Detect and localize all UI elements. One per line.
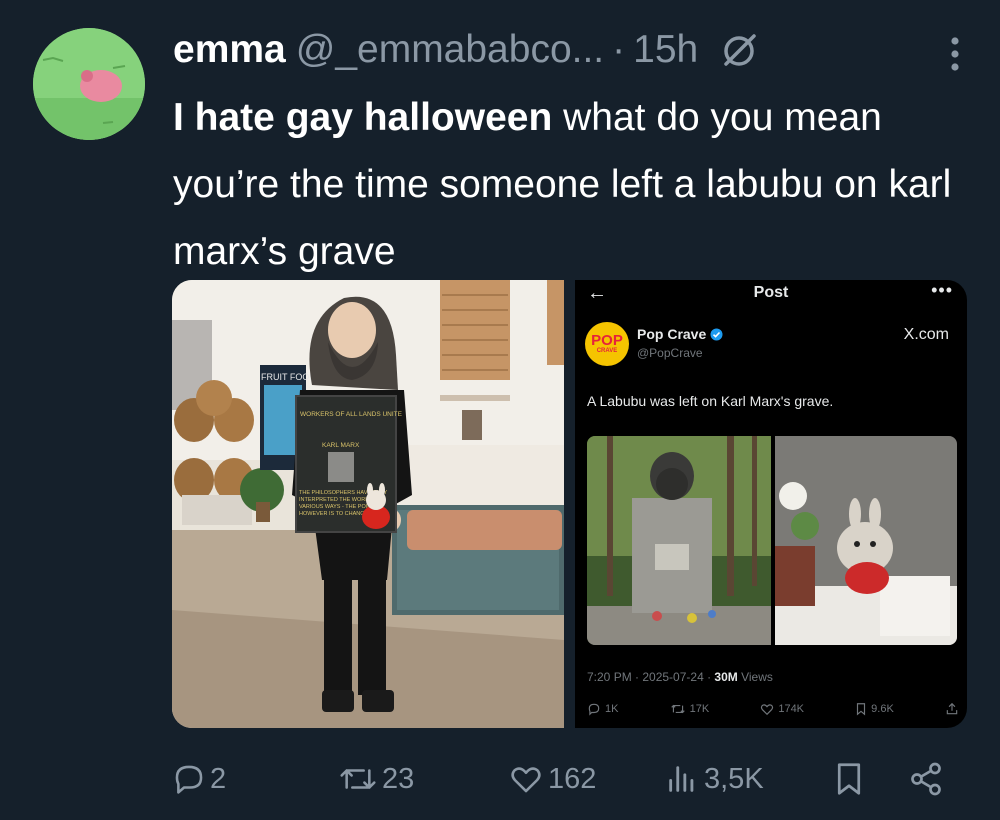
reply-icon <box>175 765 203 794</box>
more-options-icon[interactable] <box>936 36 974 72</box>
reply-button[interactable]: 2 <box>172 756 226 802</box>
bookmark-icon <box>837 763 861 795</box>
photo-person-with-sign[interactable]: FRUIT FOOD WORKERS OF ALL LANDS UNITE KA… <box>172 280 564 728</box>
embedded-like-count: 174K <box>778 703 805 715</box>
analytics-icon <box>669 766 694 792</box>
reply-icon <box>588 703 600 716</box>
repost-icon <box>670 704 685 714</box>
popcrave-handle: @PopCrave <box>637 346 703 360</box>
heart-icon <box>761 704 774 716</box>
embedded-reply: 1K <box>587 702 618 716</box>
embedded-topbar: ← Post ••• <box>575 280 967 308</box>
repost-count: 23 <box>382 762 415 795</box>
embedded-share <box>945 702 959 716</box>
tweet-text: I hate gay halloween what do you mean yo… <box>173 84 973 285</box>
author-name[interactable]: emma <box>173 28 286 72</box>
views-button[interactable]: 3,5K <box>664 756 764 802</box>
tweet-timestamp[interactable]: 15h <box>633 28 698 72</box>
tweet-text-bold: I hate gay halloween <box>173 96 553 139</box>
share-icon <box>911 762 941 796</box>
popcrave-name: Pop Crave <box>637 326 707 342</box>
embedded-photo-marx-grave <box>587 436 771 645</box>
share-icon <box>946 702 958 715</box>
embedded-post-text: A Labubu was left on Karl Marx's grave. <box>587 393 834 409</box>
embedded-post-datetime: 7:20 PM · 2025-07-24 · <box>587 670 715 684</box>
repost-button[interactable]: 23 <box>338 756 414 802</box>
photo-embedded-post[interactable]: ← Post ••• POP CRAVE Pop Crave @PopCrave… <box>575 280 967 728</box>
embedded-like: 174K <box>760 702 804 716</box>
verified-icon <box>710 328 723 340</box>
avatar[interactable] <box>33 28 145 140</box>
embedded-post-views-count: 30M <box>714 670 738 684</box>
like-count: 162 <box>548 762 597 795</box>
repost-icon <box>340 769 376 789</box>
popcrave-avatar-top: POP <box>591 331 623 349</box>
heart-icon <box>511 767 541 793</box>
header-separator: · <box>612 28 626 71</box>
embedded-reply-count: 1K <box>605 703 619 715</box>
embedded-repost-count: 17K <box>689 703 710 715</box>
author-handle[interactable]: @_emmababco... <box>296 28 604 72</box>
bookmark-icon <box>857 703 866 716</box>
bookmark-button[interactable] <box>832 756 866 802</box>
grok-icon[interactable] <box>718 28 762 72</box>
tweet-media: FRUIT FOOD WORKERS OF ALL LANDS UNITE KA… <box>172 280 967 728</box>
embedded-post-meta: 7:20 PM · 2025-07-24 · 30M Views <box>587 670 773 684</box>
embedded-more-icon: ••• <box>931 280 953 300</box>
embedded-post-actions: 1K 17K 174K 9.6K <box>587 702 959 716</box>
tweet-actions: 2 23 162 3,5K <box>172 756 952 802</box>
embedded-bookmark: 9.6K <box>855 702 894 716</box>
embedded-repost: 17K <box>670 702 710 716</box>
avatar-pig-icon <box>33 28 145 140</box>
tweet-header: emma @_emmababco... · 15h <box>173 22 973 78</box>
popcrave-avatar-bottom: CRAVE <box>596 347 618 354</box>
store-sign-text: FRUIT FOOD <box>261 372 316 382</box>
embedded-photo-labubu <box>775 436 957 645</box>
share-button[interactable] <box>906 756 946 802</box>
sign-name-text: KARL MARX <box>322 442 360 449</box>
reply-count: 2 <box>210 762 227 795</box>
like-button[interactable]: 162 <box>508 756 596 802</box>
embedded-title: Post <box>753 284 789 301</box>
popcrave-name-row: Pop Crave <box>637 326 723 342</box>
sign-top-text: WORKERS OF ALL LANDS UNITE <box>300 411 403 418</box>
embedded-bookmark-count: 9.6K <box>871 703 894 715</box>
views-count: 3,5K <box>704 762 764 795</box>
embedded-post-views-label: Views <box>737 670 773 684</box>
xcom-label: X.com <box>903 326 949 343</box>
popcrave-avatar: POP CRAVE <box>585 322 629 366</box>
